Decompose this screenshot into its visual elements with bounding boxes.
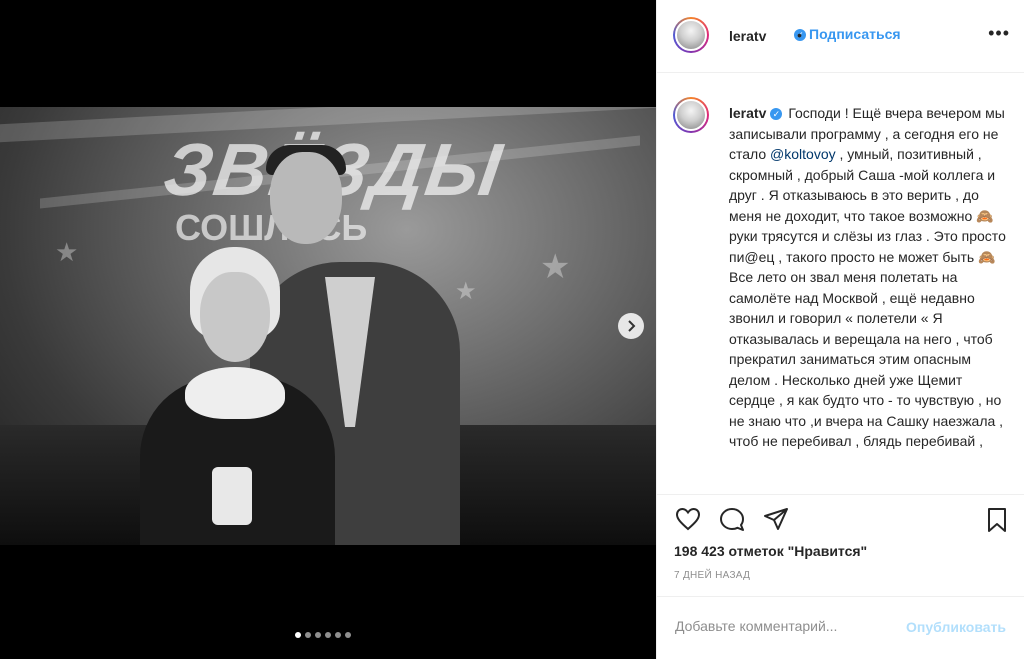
heart-icon[interactable] — [675, 507, 701, 531]
follow-button[interactable]: Подписаться — [809, 26, 901, 42]
carousel-dot — [325, 632, 331, 638]
carousel-dot — [305, 632, 311, 638]
post-comment-button[interactable]: Опубликовать — [906, 619, 1006, 635]
avatar[interactable] — [673, 97, 709, 133]
woman-collar — [185, 367, 285, 419]
carousel-dot — [345, 632, 351, 638]
caption-username[interactable]: leratv — [729, 105, 766, 121]
man-head — [270, 152, 342, 244]
comment-form: Опубликовать — [657, 596, 1024, 659]
post-timestamp[interactable]: 7 ДНЕЙ НАЗАД — [674, 570, 750, 581]
caption-section: leratv ✓ Господи ! Ещё вчера вечером мы за… — [657, 73, 1024, 493]
comment-icon[interactable] — [719, 507, 745, 531]
post-header: leratv ✓ • Подписаться ••• — [657, 0, 1024, 73]
avatar[interactable] — [673, 17, 709, 53]
chevron-right-icon — [628, 320, 636, 332]
verified-badge-icon: ✓ — [770, 108, 783, 121]
next-image-button[interactable] — [618, 313, 644, 339]
caption-text-part: , умный, позитивный , скромный , добрый … — [729, 146, 1006, 449]
more-options-icon[interactable]: ••• — [988, 24, 1010, 42]
separator: • — [797, 27, 802, 43]
post-media: ЗВЁЗДЫ СОШЛИСЬ ★ ★ ★ — [0, 0, 656, 659]
bookmark-icon[interactable] — [986, 507, 1008, 533]
share-icon[interactable] — [763, 507, 789, 531]
carousel-dot — [315, 632, 321, 638]
caption-text: leratv ✓ Господи ! Ещё вчера вечером мы за… — [729, 103, 1009, 452]
likes-count[interactable]: 198 423 отметок "Нравится" — [674, 543, 867, 559]
star-icon: ★ — [455, 278, 477, 305]
post-sidebar: leratv ✓ • Подписаться ••• leratv ✓ Господ… — [656, 0, 1024, 659]
carousel-dot — [335, 632, 341, 638]
carousel-dot — [295, 632, 301, 638]
star-icon: ★ — [540, 248, 571, 286]
comment-input[interactable] — [673, 617, 877, 635]
author-username[interactable]: leratv — [729, 28, 766, 44]
woman-cuff — [212, 467, 252, 525]
carousel-indicator — [295, 632, 351, 638]
action-bar — [657, 494, 1024, 542]
woman-head — [200, 272, 270, 362]
mention-link[interactable]: @koltovoy — [770, 146, 836, 162]
star-icon: ★ — [55, 237, 79, 267]
post-photo[interactable]: ЗВЁЗДЫ СОШЛИСЬ ★ ★ ★ — [0, 107, 656, 545]
